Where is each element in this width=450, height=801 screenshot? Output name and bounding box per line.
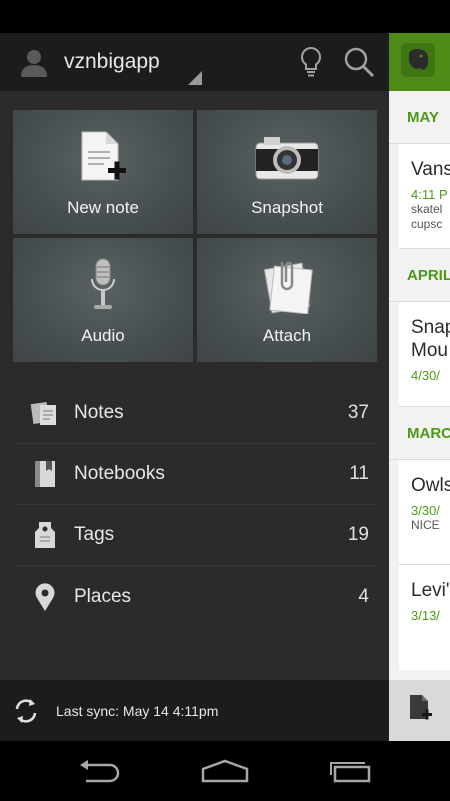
note-card[interactable]: Levi' 3/13/ (399, 565, 450, 670)
map-pin-icon (27, 579, 63, 615)
note-list-pane[interactable]: MAY Vans 4:11 P skatel cupsc APRIL Snap … (389, 33, 450, 741)
note-date: 3/30/ (411, 503, 440, 518)
tag-icon (27, 517, 63, 553)
lightbulb-icon[interactable] (296, 45, 326, 79)
note-title: Vans (411, 159, 450, 180)
snapshot-tile[interactable]: Snapshot (197, 110, 377, 234)
note-title: Owls (411, 475, 450, 496)
nav-item-label: Notes (74, 402, 124, 423)
sync-icon[interactable] (8, 693, 44, 729)
nav-item-count: 37 (347, 402, 369, 423)
nav-item-count: 11 (349, 463, 369, 484)
note-title: Snap (411, 317, 450, 338)
note-title-line2: Mou (411, 340, 448, 361)
note-date: 4/30/ (411, 368, 440, 383)
note-snippet: skatel (411, 202, 443, 216)
account-avatar-icon[interactable] (16, 44, 52, 80)
quick-action-tiles: New note Snapshot Audio Attach (13, 110, 377, 362)
tile-label: Audio (81, 326, 125, 345)
section-header: APRIL (389, 249, 450, 302)
audio-tile[interactable]: Audio (13, 238, 193, 362)
camera-icon (252, 128, 322, 188)
status-bar (0, 0, 450, 33)
nav-item-tags[interactable]: Tags 19 (13, 505, 377, 566)
nav-item-count: 4 (358, 585, 369, 607)
nav-item-label: Tags (74, 524, 115, 545)
note-date: 4:11 P (411, 187, 448, 202)
nav-item-notebooks[interactable]: Notebooks 11 (13, 444, 377, 505)
nav-item-notes[interactable]: Notes 37 (13, 383, 377, 444)
note-card[interactable]: Snap Mou 4/30/ (399, 302, 450, 407)
paperclip-attach-icon (252, 256, 322, 316)
tile-label: Snapshot (251, 198, 323, 217)
notebook-icon (27, 456, 63, 492)
nav-item-label: Notebooks (74, 463, 165, 484)
note-snippet: cupsc (411, 217, 443, 231)
navigation-drawer: vznbigapp New note Snapshot Audio Attach… (0, 33, 389, 741)
note-title: Levi' (411, 580, 450, 601)
note-card[interactable]: Owls 3/30/ NICE (399, 460, 450, 565)
attach-tile[interactable]: Attach (197, 238, 377, 362)
note-card[interactable]: Vans 4:11 P skatel cupsc (399, 144, 450, 249)
note-snippet: NICE (411, 518, 440, 532)
evernote-logo-icon[interactable] (401, 42, 435, 82)
sync-bar[interactable]: Last sync: May 14 4:11pm (0, 680, 389, 741)
new-note-icon (68, 128, 138, 188)
last-sync-label: Last sync: May 14 4:11pm (56, 702, 219, 719)
new-note-icon (405, 693, 435, 728)
nav-item-label: Places (74, 585, 132, 607)
home-icon[interactable] (197, 753, 253, 789)
note-date: 3/13/ (411, 608, 440, 623)
search-icon[interactable] (340, 43, 378, 81)
notes-icon (27, 395, 63, 431)
drawer-nav-list: Notes 37 Notebooks 11 Tags 19 Places 4 (13, 383, 377, 627)
evernote-app-bar[interactable] (389, 33, 450, 91)
back-icon[interactable] (72, 753, 128, 789)
new-note-quick-button[interactable] (389, 680, 450, 741)
tile-label: New note (67, 198, 139, 217)
nav-item-count: 19 (347, 524, 369, 545)
recent-apps-icon[interactable] (322, 753, 378, 789)
microphone-icon (68, 256, 138, 316)
account-name[interactable]: vznbigapp (64, 50, 160, 74)
account-dropdown-icon[interactable] (188, 71, 202, 85)
tile-label: Attach (262, 326, 312, 345)
section-header: MARC (389, 407, 450, 460)
new-note-tile[interactable]: New note (13, 110, 193, 234)
section-header: MAY (389, 91, 450, 144)
system-nav-bar (0, 741, 450, 801)
drawer-header: vznbigapp (0, 33, 389, 91)
nav-item-places[interactable]: Places 4 (13, 566, 377, 627)
